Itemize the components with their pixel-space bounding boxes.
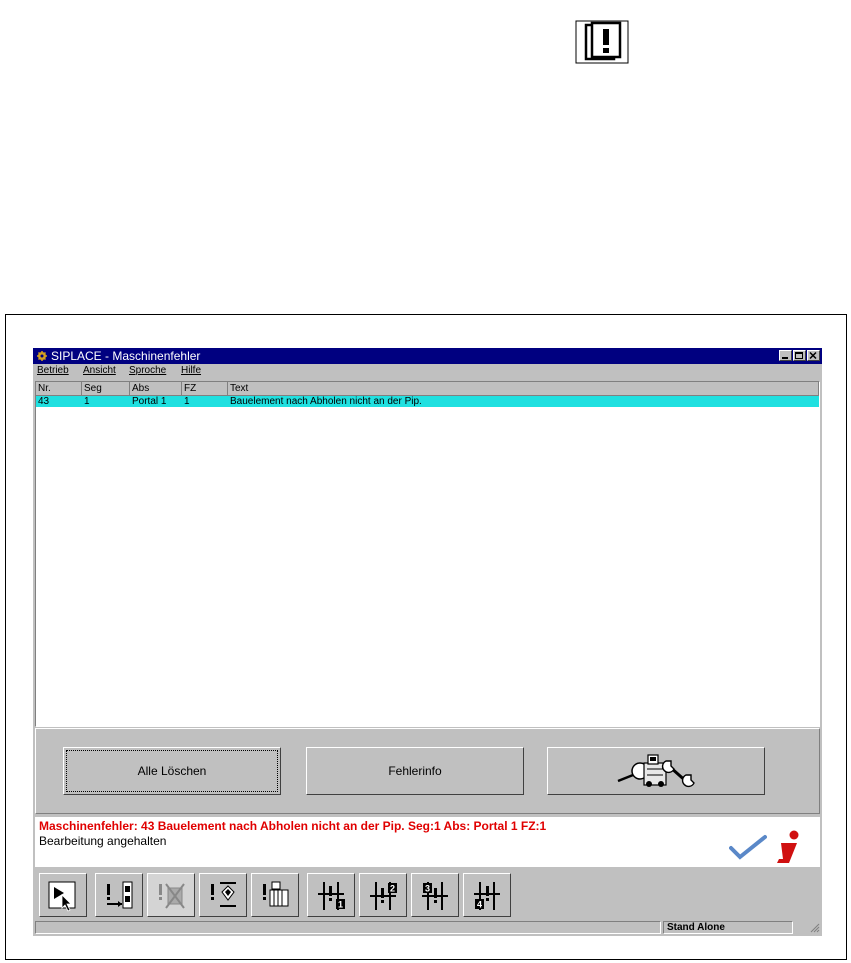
window-title: SIPLACE - Maschinenfehler: [51, 349, 201, 363]
svg-text:3: 3: [425, 884, 430, 894]
status-field-main: [35, 921, 661, 934]
minimize-icon: [782, 357, 788, 359]
segment-4-icon: 4: [474, 882, 500, 910]
machine-service-icon: [617, 754, 695, 788]
segment-1-icon: 1: [318, 882, 345, 910]
error-feeder-icon: [107, 881, 133, 909]
warning-exclamation-icon: [575, 20, 629, 64]
menu-bar: Betrieb Ansicht Sproche Hilfe: [33, 364, 822, 378]
menu-betrieb[interactable]: Betrieb: [37, 364, 69, 378]
error-component-button[interactable]: [147, 873, 195, 917]
action-panel: Alle Löschen Fehlerinfo: [35, 728, 820, 814]
segment-3-button[interactable]: 3: [411, 873, 459, 917]
col-header-nr[interactable]: Nr.: [36, 382, 82, 396]
figure-frame: SIPLACE - Maschinenfehler Betrieb Ansich…: [5, 314, 847, 960]
resize-grip-icon[interactable]: [810, 923, 820, 933]
cell-text: Bauelement nach Abholen nicht an der Pip…: [230, 396, 422, 407]
menu-ansicht[interactable]: Ansicht: [83, 364, 116, 378]
segment-3-icon: 3: [422, 882, 448, 910]
error-machine-button[interactable]: [251, 873, 299, 917]
close-icon: [809, 351, 817, 360]
error-nozzle-icon: [211, 882, 236, 907]
close-button[interactable]: [807, 350, 820, 361]
segment-4-button[interactable]: 4: [463, 873, 511, 917]
cell-fz: 1: [184, 396, 190, 407]
app-window: SIPLACE - Maschinenfehler Betrieb Ansich…: [33, 348, 822, 936]
svg-text:4: 4: [477, 900, 482, 910]
col-header-fz[interactable]: FZ: [182, 382, 228, 396]
menu-hilfe[interactable]: Hilfe: [181, 364, 201, 378]
segment-1-button[interactable]: 1: [307, 873, 355, 917]
error-message: Maschinenfehler: 43 Bauelement nach Abho…: [39, 819, 547, 833]
error-component-icon: [159, 883, 185, 909]
cell-abs: Portal 1: [132, 396, 167, 407]
segment-2-button[interactable]: 2: [359, 873, 407, 917]
title-bar[interactable]: SIPLACE - Maschinenfehler: [33, 348, 822, 364]
col-header-text[interactable]: Text: [228, 382, 819, 396]
machine-service-button[interactable]: [547, 747, 765, 795]
minimize-button[interactable]: [779, 350, 792, 361]
error-machine-icon: [263, 881, 289, 907]
clear-all-button[interactable]: Alle Löschen: [63, 747, 281, 795]
select-pointer-button[interactable]: [39, 873, 87, 917]
status-bar: Stand Alone: [33, 919, 822, 936]
toolbar: 1 2 3 4: [33, 869, 822, 917]
cell-seg: 1: [84, 396, 90, 407]
message-area: Maschinenfehler: 43 Bauelement nach Abho…: [35, 817, 820, 867]
col-header-seg[interactable]: Seg: [82, 382, 130, 396]
error-feeder-button[interactable]: [95, 873, 143, 917]
svg-text:2: 2: [390, 884, 395, 894]
maximize-button[interactable]: [793, 350, 806, 361]
process-state: Bearbeitung angehalten: [39, 834, 167, 848]
error-info-button[interactable]: Fehlerinfo: [306, 747, 524, 795]
menu-sproche[interactable]: Sproche: [129, 364, 166, 378]
select-pointer-icon: [48, 881, 76, 912]
error-list[interactable]: Nr. Seg Abs FZ Text 43 1 Portal 1 1 Baue…: [35, 381, 820, 727]
svg-text:1: 1: [338, 900, 343, 910]
col-header-abs[interactable]: Abs: [130, 382, 182, 396]
cell-nr: 43: [38, 396, 50, 407]
checkmark-icon: [729, 835, 767, 860]
maximize-icon: [795, 352, 803, 359]
segment-2-icon: 2: [370, 882, 397, 910]
siplace-logo-icon: [37, 351, 47, 361]
status-mode: Stand Alone: [663, 921, 793, 934]
info-icon[interactable]: [769, 829, 809, 865]
table-row[interactable]: 43 1 Portal 1 1 Bauelement nach Abholen …: [36, 396, 819, 407]
list-header: Nr. Seg Abs FZ Text: [36, 382, 819, 396]
error-nozzle-button[interactable]: [199, 873, 247, 917]
